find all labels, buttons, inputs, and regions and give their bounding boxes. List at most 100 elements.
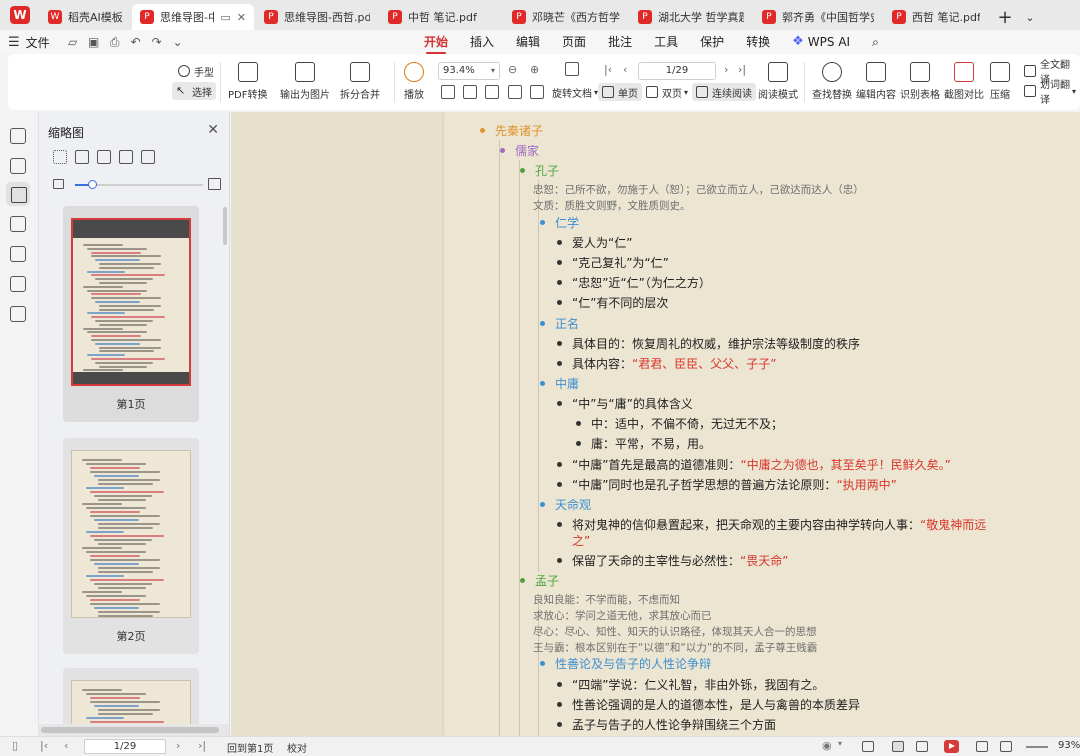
signature-icon[interactable] — [10, 276, 26, 292]
single-page-icon[interactable] — [892, 741, 904, 752]
tab-protect[interactable]: 保护 — [700, 30, 724, 54]
screenshot-compare-button[interactable]: 截图对比 — [944, 62, 984, 101]
insert-page-icon[interactable] — [75, 150, 89, 164]
tab-insert[interactable]: 插入 — [470, 30, 494, 54]
close-icon[interactable]: ✕ — [207, 122, 219, 138]
copy-page-icon[interactable] — [141, 150, 155, 164]
tab-comment[interactable]: 批注 — [608, 30, 632, 54]
comment-icon[interactable] — [10, 216, 26, 232]
replace-page-icon[interactable] — [97, 150, 111, 164]
tab-1[interactable]: P 思维导图-中哲 ▭ ✕ — [132, 4, 254, 30]
edit-content-button[interactable]: 编辑内容 — [856, 62, 896, 101]
last-page-icon[interactable]: ›| — [738, 63, 746, 76]
wps-logo[interactable]: W — [0, 0, 40, 30]
copy-icon[interactable] — [508, 85, 522, 99]
next-page-icon[interactable]: › — [724, 63, 728, 76]
split-merge-button[interactable]: 拆分合并 — [340, 62, 380, 101]
zoom-out-icon[interactable]: ⊖ — [508, 63, 517, 76]
status-page-input[interactable]: 1/29 — [84, 739, 166, 754]
chevron-down-icon[interactable]: ⌄ — [169, 33, 187, 51]
read-mode-button[interactable]: 阅读模式 — [758, 62, 798, 101]
export-image-button[interactable]: 输出为图片 — [280, 62, 330, 101]
extract-page-icon[interactable] — [119, 150, 133, 164]
rotate-doc-button[interactable]: 旋转文档 ▾ — [548, 83, 602, 101]
eye-icon[interactable]: ◉ — [822, 739, 832, 752]
fit-width-icon[interactable] — [441, 85, 455, 99]
chevron-down-icon[interactable]: ▾ — [838, 739, 842, 748]
zoom-in-icon[interactable]: ⊕ — [530, 63, 539, 76]
fit-width-icon[interactable] — [976, 741, 988, 752]
word-translate-button[interactable]: 划词翻译 ▾ — [1020, 80, 1080, 106]
sidebar-toggle-icon[interactable]: ▯ — [12, 739, 18, 752]
back-to-first-link[interactable]: 回到第1页 — [227, 740, 273, 755]
next-page-icon[interactable]: › — [176, 739, 180, 752]
tab-convert[interactable]: 转换 — [746, 30, 770, 54]
thumbnail-scrollbar[interactable] — [223, 207, 227, 245]
open-folder-icon[interactable]: ▱ — [64, 33, 82, 51]
redo-icon[interactable]: ↷ — [148, 33, 166, 51]
new-tab-button[interactable]: + — [990, 4, 1020, 30]
thumbnail-page-1[interactable]: 第1页 — [63, 206, 199, 422]
tab-0[interactable]: W 稻壳AI模板 — [40, 4, 130, 30]
layers-icon[interactable] — [10, 306, 26, 322]
fit-page-icon[interactable] — [463, 85, 477, 99]
single-page-button[interactable]: 单页 — [598, 83, 642, 101]
tab-4[interactable]: P 邓晓芒《西方哲学史》 — [504, 4, 628, 30]
menu-icon[interactable]: ☰ — [8, 35, 20, 50]
rotate-icon[interactable] — [530, 85, 544, 99]
thumbnail-icon[interactable] — [6, 182, 30, 206]
select-tool-button[interactable]: ↖ 选择 — [172, 82, 216, 100]
add-page-icon[interactable] — [565, 62, 579, 76]
recognize-table-button[interactable]: 识别表格 — [900, 62, 940, 101]
screen-icon[interactable]: ▭ — [220, 11, 230, 24]
file-menu[interactable]: 文件 — [26, 34, 50, 51]
thumbnail-page-2[interactable]: 第2页 — [63, 438, 199, 654]
chevron-down-icon[interactable]: ⌄ — [1020, 4, 1040, 30]
horizontal-scrollbar[interactable] — [39, 724, 229, 736]
scroll-thumb[interactable] — [41, 727, 219, 733]
undo-icon[interactable]: ↶ — [127, 33, 145, 51]
tab-2[interactable]: P 思维导图-西哲.pdf — [256, 4, 378, 30]
proofread-button[interactable]: 校对 — [287, 740, 307, 755]
tab-page[interactable]: 页面 — [562, 30, 586, 54]
first-page-icon[interactable]: |‹ — [40, 739, 48, 752]
double-page-icon[interactable] — [916, 741, 928, 752]
fit-icon[interactable] — [862, 741, 874, 752]
zoom-slider[interactable] — [1026, 746, 1048, 748]
attachment-icon[interactable] — [10, 246, 26, 262]
thumbnail-size-slider[interactable] — [53, 178, 221, 192]
wps-ai-button[interactable]: ❖ WPS AI — [792, 30, 850, 54]
search-icon[interactable]: ⌕ — [872, 30, 879, 54]
slider-track[interactable] — [75, 180, 203, 189]
compress-button[interactable]: 压缩 — [990, 62, 1010, 101]
last-page-icon[interactable]: ›| — [198, 739, 206, 752]
zoom-select[interactable]: 93.4% ▾ — [438, 62, 500, 80]
prev-page-icon[interactable]: ‹ — [623, 63, 627, 76]
fullscreen-icon[interactable] — [1000, 741, 1012, 752]
print-icon[interactable]: ⎙ — [106, 33, 124, 51]
play-button[interactable]: 播放 — [404, 62, 424, 101]
tab-3[interactable]: P 中哲 笔记.pdf — [380, 4, 502, 30]
hand-tool-button[interactable]: 手型 — [174, 62, 218, 80]
prev-page-icon[interactable]: ‹ — [64, 739, 68, 752]
tab-edit[interactable]: 编辑 — [516, 30, 540, 54]
tab-home[interactable]: 开始 — [424, 30, 448, 54]
document-viewport[interactable]: 先秦诸子 儒家 孔子 忠恕：己所不欲，勿施于人（恕）；己欲立而立人，己欲达而达人… — [231, 112, 1080, 736]
continuous-read-button[interactable]: 连续阅读 — [692, 83, 756, 101]
tab-7[interactable]: P 西哲 笔记.pdf — [884, 4, 988, 30]
close-icon[interactable]: ✕ — [237, 11, 246, 24]
play-icon[interactable] — [944, 740, 959, 753]
slider-handle[interactable] — [87, 180, 97, 189]
first-page-icon[interactable]: |‹ — [604, 63, 612, 76]
grid-view-icon[interactable] — [53, 150, 67, 164]
tab-tools[interactable]: 工具 — [654, 30, 678, 54]
crop-icon[interactable] — [485, 85, 499, 99]
outline-icon[interactable] — [10, 128, 26, 144]
tab-5[interactable]: P 湖北大学 哲学真题200 — [630, 4, 752, 30]
double-page-button[interactable]: 双页 ▾ — [642, 83, 692, 101]
page-number-input[interactable]: 1/29 — [638, 62, 716, 80]
find-replace-button[interactable]: 查找替换 — [812, 62, 852, 101]
bookmark-icon[interactable] — [10, 158, 26, 174]
save-icon[interactable]: ▣ — [85, 33, 103, 51]
pdf-convert-button[interactable]: PDF转换 — [228, 62, 267, 101]
